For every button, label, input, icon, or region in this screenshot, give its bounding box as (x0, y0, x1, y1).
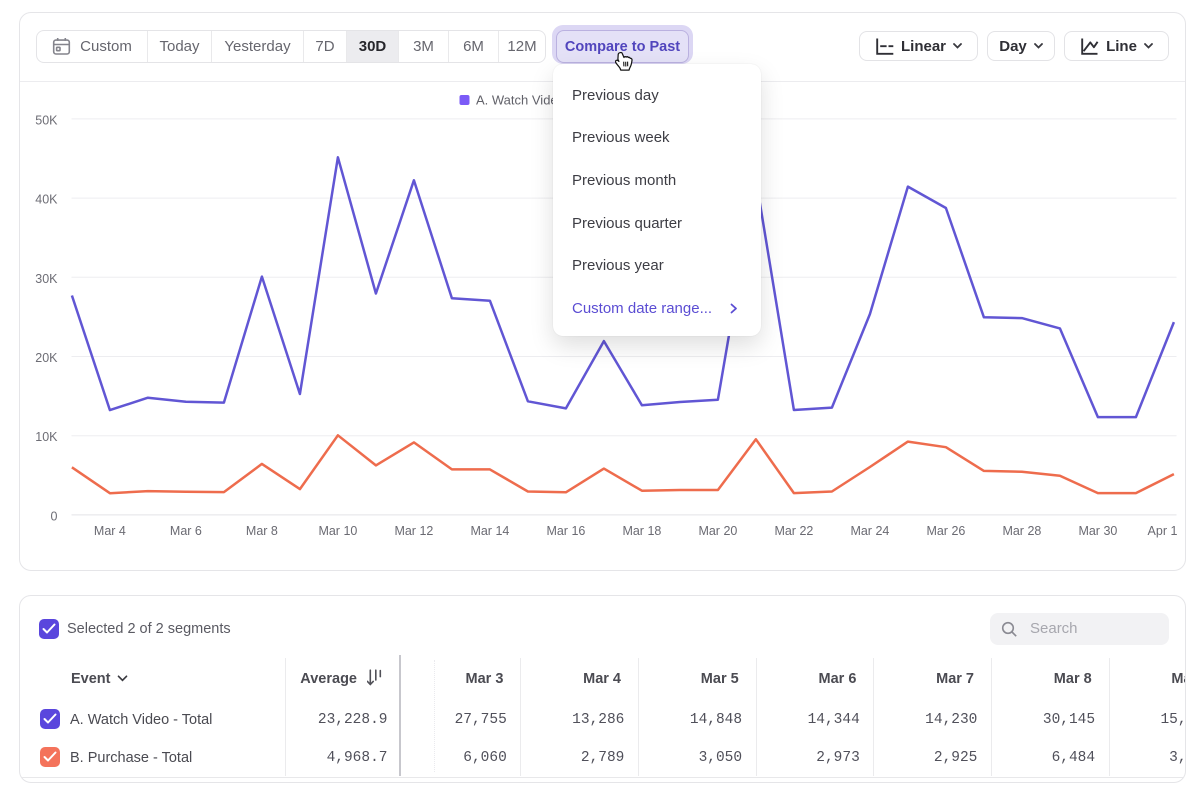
svg-text:Mar 30: Mar 30 (1078, 524, 1117, 538)
svg-text:Mar 4: Mar 4 (94, 524, 126, 538)
svg-text:Mar 22: Mar 22 (774, 524, 813, 538)
svg-text:Mar 16: Mar 16 (546, 524, 585, 538)
svg-text:Mar 6: Mar 6 (170, 524, 202, 538)
svg-text:Apr 1: Apr 1 (1148, 524, 1178, 538)
svg-text:10K: 10K (35, 430, 58, 444)
svg-text:Mar 18: Mar 18 (622, 524, 661, 538)
svg-text:Mar 8: Mar 8 (246, 524, 278, 538)
svg-text:30K: 30K (35, 272, 58, 286)
svg-text:40K: 40K (35, 193, 58, 207)
svg-text:Mar 28: Mar 28 (1002, 524, 1041, 538)
svg-text:Mar 14: Mar 14 (470, 524, 509, 538)
svg-text:20K: 20K (35, 351, 58, 365)
svg-text:50K: 50K (35, 113, 58, 127)
svg-text:Mar 20: Mar 20 (698, 524, 737, 538)
svg-text:Mar 24: Mar 24 (850, 524, 889, 538)
svg-text:Mar 12: Mar 12 (394, 524, 433, 538)
svg-text:Mar 10: Mar 10 (318, 524, 357, 538)
svg-text:0: 0 (51, 509, 58, 523)
svg-text:Mar 26: Mar 26 (926, 524, 965, 538)
